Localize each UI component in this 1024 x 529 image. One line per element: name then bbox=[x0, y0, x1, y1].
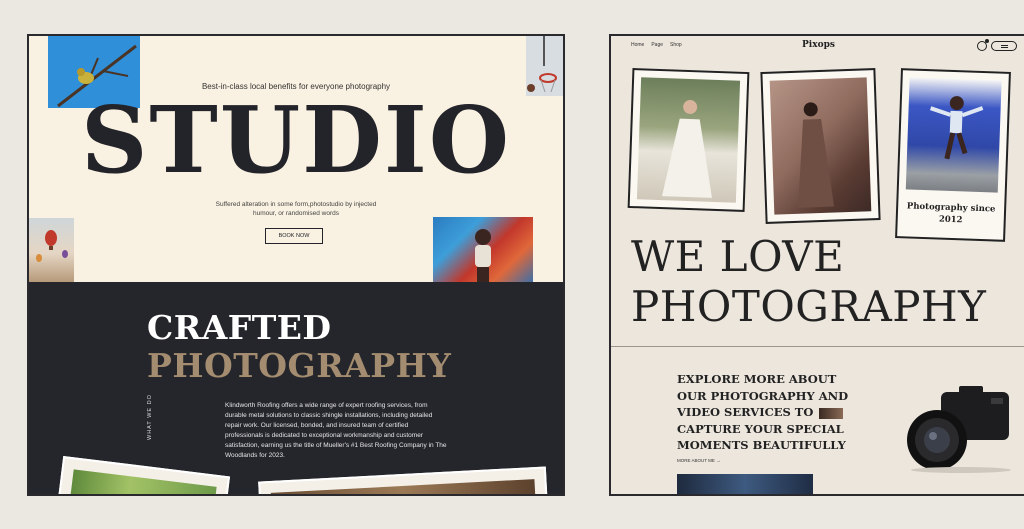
jumping-child-photo bbox=[905, 77, 1002, 193]
what-we-do-label: WHAT WE DO bbox=[147, 394, 153, 440]
brand-logo[interactable]: Pixops bbox=[611, 40, 1024, 50]
services-description: Klindworth Roofing offers a wide range o… bbox=[225, 402, 447, 459]
studio-title: STUDIO bbox=[80, 86, 512, 194]
hero-headline: WE LOVE PHOTOGRAPHY bbox=[631, 232, 986, 332]
cart-icon[interactable] bbox=[977, 39, 989, 51]
wedding-photo bbox=[636, 77, 741, 203]
more-about-me-link[interactable]: MORE ABOUT ME → bbox=[677, 458, 721, 463]
camera-icon bbox=[907, 386, 1011, 473]
woman-mosaic-photo bbox=[433, 217, 533, 283]
book-now-button[interactable]: BOOK NOW bbox=[265, 228, 323, 244]
photography-since-caption: Photography since 2012 bbox=[906, 201, 996, 226]
headline-line-2: PHOTOGRAPHY bbox=[631, 282, 987, 331]
jumping-photo-frame: Photography since 2012 bbox=[895, 68, 1011, 242]
polaroid-photo bbox=[258, 466, 548, 494]
portrait-photo-frame bbox=[760, 68, 881, 224]
hero-description: Suffered alteration in some form,photost… bbox=[215, 201, 377, 217]
portrait-photo bbox=[769, 77, 872, 215]
studio-site-mockup: Best-in-class local benefits for everyon… bbox=[27, 34, 565, 496]
explore-text: EXPLORE MORE ABOUT OUR PHOTOGRAPHY AND V… bbox=[677, 371, 867, 454]
balloon-photo bbox=[29, 218, 74, 282]
menu-icon bbox=[1000, 44, 1008, 48]
polaroid-photo bbox=[55, 455, 231, 494]
crafted-section: CRAFTED PHOTOGRAPHY WHAT WE DO Klindwort… bbox=[29, 282, 563, 494]
crafted-heading: CRAFTED bbox=[147, 308, 332, 347]
wedding-photo-frame bbox=[627, 68, 750, 212]
explore-text-part-2: CAPTURE YOUR SPECIAL MOMENTS BEAUTIFULLY bbox=[677, 421, 846, 453]
bottom-preview-photo bbox=[677, 474, 813, 494]
section-divider bbox=[611, 346, 1024, 347]
headline-line-1: WE LOVE bbox=[631, 232, 845, 281]
pixops-site-mockup: Home Page Shop Pixops Photography since … bbox=[609, 34, 1024, 496]
studio-hero: Best-in-class local benefits for everyon… bbox=[29, 36, 563, 283]
inline-thumbnail bbox=[819, 407, 844, 419]
photography-heading: PHOTOGRAPHY bbox=[147, 346, 452, 385]
menu-button[interactable] bbox=[991, 41, 1017, 51]
